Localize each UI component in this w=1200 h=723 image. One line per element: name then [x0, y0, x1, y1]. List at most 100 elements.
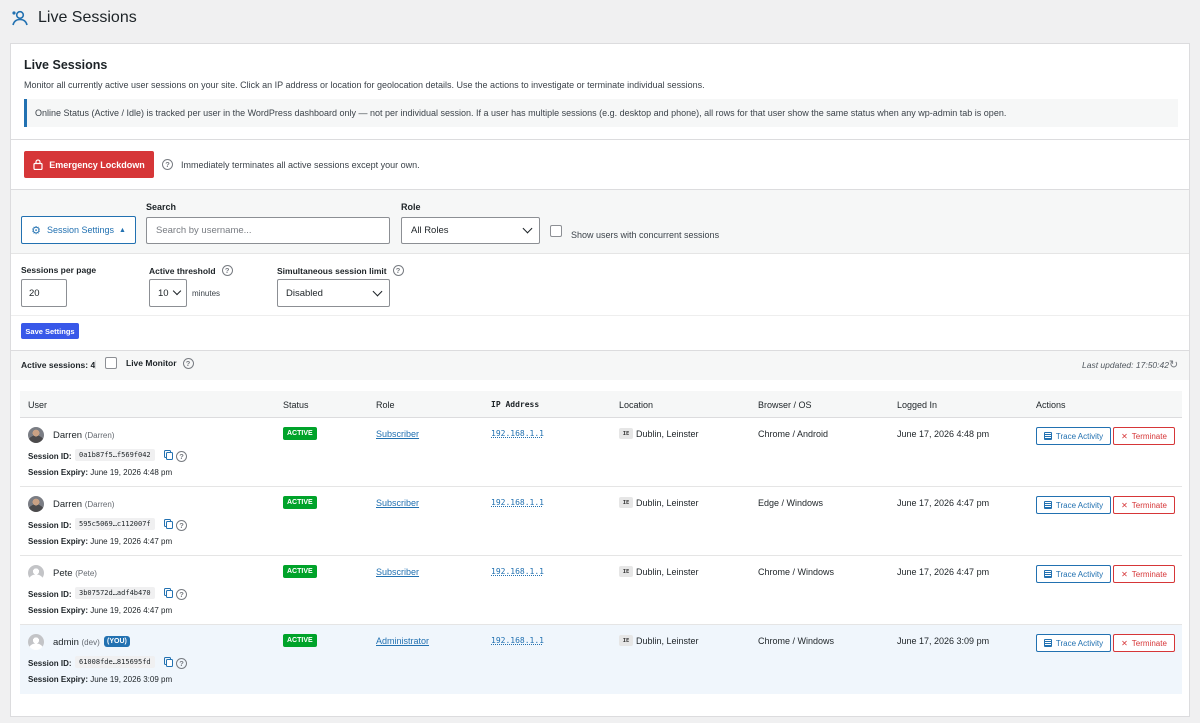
user-name-cell: Darren (Darren): [53, 430, 114, 441]
ip-address-link[interactable]: 192.168.1.1: [491, 498, 544, 507]
close-icon: ✕: [1121, 431, 1128, 441]
save-settings-button[interactable]: Save Settings: [21, 323, 79, 339]
per-page-label: Sessions per page: [21, 265, 97, 275]
session-id-value: 0a1b87f5…f569f042: [75, 449, 155, 461]
column-header: Browser / OS: [758, 400, 812, 410]
copy-icon[interactable]: [164, 450, 173, 460]
close-icon: ✕: [1121, 569, 1128, 579]
trace-label: Trace Activity: [1055, 431, 1104, 441]
session-id-value: 61008fde…815695fd: [75, 656, 155, 668]
help-icon[interactable]: ?: [176, 589, 187, 600]
column-header: Actions: [1036, 400, 1066, 410]
session-expiry: Session Expiry: June 19, 2026 3:09 pm: [28, 675, 172, 684]
display-name: (Darren): [84, 500, 115, 509]
threshold-value: 10: [158, 287, 169, 299]
ip-address-link[interactable]: 192.168.1.1: [491, 636, 544, 645]
concurrent-checkbox[interactable]: [550, 225, 562, 237]
sessions-table: User Status Role IP Address Location Bro…: [20, 391, 1182, 694]
browser-os: Chrome / Android: [758, 429, 829, 439]
last-updated: Last updated: 17:50:42: [1082, 360, 1169, 370]
trace-activity-button[interactable]: Trace Activity: [1036, 565, 1111, 583]
help-icon[interactable]: ?: [221, 265, 233, 276]
table-row: Pete (Pete) Session ID: 3b07572d…adf4b47…: [20, 556, 1182, 625]
username: admin: [53, 637, 79, 648]
refresh-icon[interactable]: ↻: [1169, 358, 1178, 371]
avatar: [28, 496, 44, 512]
column-header: User: [28, 400, 48, 410]
session-expiry-label: Session Expiry:: [28, 537, 89, 546]
avatar: [28, 565, 44, 581]
username: Darren: [53, 430, 83, 441]
role-link[interactable]: Subscriber: [376, 567, 419, 577]
live-monitor-label: Live Monitor: [126, 358, 177, 368]
section-description: Monitor all currently active user sessio…: [24, 80, 705, 90]
help-icon[interactable]: ?: [176, 658, 187, 669]
terminate-button[interactable]: ✕ Terminate: [1113, 427, 1175, 445]
threshold-select[interactable]: 10: [149, 279, 187, 307]
ip-address-link[interactable]: 192.168.1.1: [491, 429, 544, 438]
divider: [11, 315, 1189, 316]
concurrent-filter: Show users with concurrent sessions: [550, 225, 719, 240]
terminate-button[interactable]: ✕ Terminate: [1113, 565, 1175, 583]
threshold-label-group: Active threshold ?: [149, 265, 233, 276]
avatar: [28, 427, 44, 443]
page-header: Live Sessions: [10, 6, 137, 30]
location-link[interactable]: Dublin, Leinster: [636, 429, 699, 439]
emergency-lockdown-button[interactable]: Emergency Lockdown: [24, 151, 154, 178]
per-page-input[interactable]: 20: [21, 279, 67, 307]
session-settings-button[interactable]: ⚙ Session Settings ▲: [21, 216, 136, 244]
list-icon: [1043, 570, 1052, 578]
role-select[interactable]: All Roles: [401, 217, 540, 244]
copy-icon[interactable]: [164, 519, 173, 529]
search-input[interactable]: [146, 217, 390, 244]
live-monitor-checkbox[interactable]: [105, 357, 117, 369]
session-expiry-label: Session Expiry:: [28, 468, 89, 477]
session-id-label: Session ID:: [28, 590, 72, 599]
active-sessions-count: Active sessions: 4: [21, 360, 96, 370]
role-link[interactable]: Administrator: [376, 636, 429, 646]
location-link[interactable]: Dublin, Leinster: [636, 498, 699, 508]
username: Darren: [53, 499, 83, 510]
trace-activity-button[interactable]: Trace Activity: [1036, 427, 1111, 445]
session-id-label: Session ID:: [28, 452, 72, 461]
search-label: Search: [146, 202, 177, 212]
user-name-cell: Darren (Darren): [53, 499, 114, 510]
column-header: Role: [376, 400, 395, 410]
help-icon[interactable]: ?: [176, 451, 187, 462]
copy-icon[interactable]: [164, 657, 173, 667]
country-flag: IE: [619, 566, 633, 577]
table-row: Darren (Darren) Session ID: 595c5069…c11…: [20, 487, 1182, 556]
ip-address-link[interactable]: 192.168.1.1: [491, 567, 544, 576]
terminate-button[interactable]: ✕ Terminate: [1113, 634, 1175, 652]
session-limit-select[interactable]: Disabled: [277, 279, 390, 307]
status-badge: ACTIVE: [283, 565, 317, 578]
role-link[interactable]: Subscriber: [376, 498, 419, 508]
trace-activity-button[interactable]: Trace Activity: [1036, 496, 1111, 514]
help-icon[interactable]: ?: [182, 357, 194, 369]
help-icon[interactable]: ?: [392, 265, 404, 276]
browser-os: Chrome / Windows: [758, 636, 835, 646]
you-badge: (YOU): [104, 636, 130, 647]
status-badge: ACTIVE: [283, 427, 317, 440]
location-link[interactable]: Dublin, Leinster: [636, 636, 699, 646]
role-link[interactable]: Subscriber: [376, 429, 419, 439]
chevron-down-icon: [372, 286, 383, 296]
terminate-label: Terminate: [1131, 500, 1167, 510]
help-icon[interactable]: ?: [176, 520, 187, 531]
help-icon[interactable]: ?: [162, 159, 173, 170]
browser-os: Edge / Windows: [758, 498, 824, 508]
divider: [11, 139, 1189, 140]
trace-activity-button[interactable]: Trace Activity: [1036, 634, 1111, 652]
chevron-down-icon: [172, 286, 182, 296]
session-expiry: Session Expiry: June 19, 2026 4:47 pm: [28, 606, 172, 615]
terminate-label: Terminate: [1131, 431, 1167, 441]
session-limit-label-group: Simultaneous session limit ?: [277, 265, 404, 276]
terminate-button[interactable]: ✕ Terminate: [1113, 496, 1175, 514]
threshold-label: Active threshold: [149, 265, 216, 276]
terminate-label: Terminate: [1131, 638, 1167, 648]
user-name-cell: admin (dev): [53, 637, 100, 648]
copy-icon[interactable]: [164, 588, 173, 598]
session-expiry-value: June 19, 2026 4:47 pm: [90, 606, 173, 615]
location-link[interactable]: Dublin, Leinster: [636, 567, 699, 577]
display-name: (Darren): [84, 431, 115, 440]
